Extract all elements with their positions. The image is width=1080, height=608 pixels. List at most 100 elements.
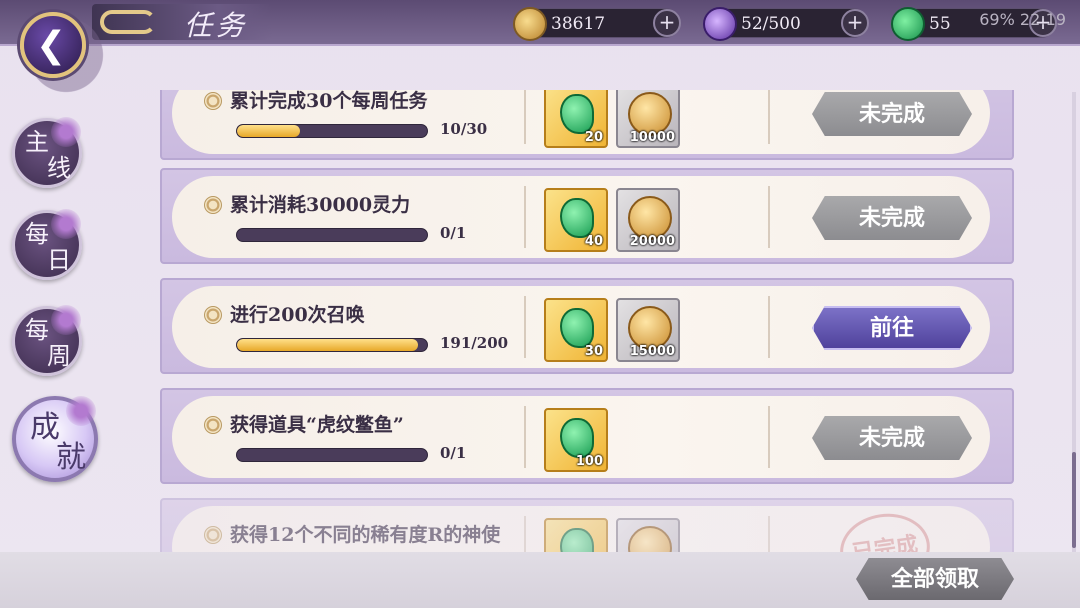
jade-icon: [560, 418, 594, 458]
jade-icon: [560, 198, 594, 238]
progress-text: 191/200: [440, 334, 509, 352]
tab-daily[interactable]: 每 日: [12, 209, 82, 280]
coin-resource: 38617 +: [513, 7, 681, 41]
task-panel: 获得道具“虎纹鳖鱼” 0/1 100 未完成: [172, 396, 990, 478]
flower-icon: [51, 209, 81, 239]
progress-bar: [236, 228, 428, 242]
tab-label-2: 周: [47, 342, 71, 370]
divider: [524, 516, 526, 552]
jade-icon: [560, 528, 594, 552]
tab-label-2: 线: [47, 154, 71, 182]
flower-icon: [51, 117, 81, 147]
reward-count: 30: [584, 344, 603, 359]
task-status-button[interactable]: 未完成: [812, 92, 972, 136]
reward-item[interactable]: 20: [544, 90, 608, 148]
reward-item: [544, 518, 608, 552]
bullet-icon: [204, 526, 222, 544]
spirit-value: 52/500: [741, 14, 801, 34]
reward-count: 20: [584, 130, 603, 145]
jade-icon: [560, 308, 594, 348]
task-row: 获得道具“虎纹鳖鱼” 0/1 100 未完成: [160, 388, 1014, 484]
task-row: 进行200次召唤 191/200 30 15000 前往: [160, 278, 1014, 374]
reward-item[interactable]: 20000: [616, 188, 680, 252]
divider: [524, 296, 526, 358]
tab-label-1: 主: [25, 128, 49, 156]
divider: [768, 516, 770, 552]
top-bar: 任务 38617 + 52/500 + 55 + 69% 22:19: [0, 0, 1080, 46]
divider: [524, 186, 526, 248]
bullet-icon: [204, 92, 222, 110]
divider: [768, 90, 770, 144]
divider: [768, 296, 770, 358]
spirit-icon: [703, 7, 737, 41]
status-bar-text: 69% 22:19: [979, 10, 1066, 29]
add-spirit-button[interactable]: +: [841, 9, 869, 37]
progress-text: 10/30: [440, 120, 488, 138]
reward-item[interactable]: 10000: [616, 90, 680, 148]
task-title: 获得道具“虎纹鳖鱼”: [230, 414, 404, 436]
page-title: 任务: [184, 9, 249, 42]
tab-label-1: 每: [25, 220, 49, 248]
task-row: 累计消耗30000灵力 0/1 40 20000 未完成: [160, 168, 1014, 264]
task-status-button[interactable]: 未完成: [812, 196, 972, 240]
task-status-button[interactable]: 未完成: [812, 416, 972, 460]
task-panel: 累计消耗30000灵力 0/1 40 20000 未完成: [172, 176, 990, 258]
jade-icon: [560, 94, 594, 134]
spirit-resource: 52/500 +: [703, 7, 869, 41]
task-title: 获得12个不同的稀有度R的神使: [230, 524, 501, 546]
task-title: 累计完成30个每周任务: [230, 90, 428, 112]
reward-item: [616, 518, 680, 552]
reward-count: 15000: [629, 344, 675, 359]
go-button[interactable]: 前往: [812, 306, 972, 350]
tab-main[interactable]: 主 线: [12, 117, 82, 188]
reward-item[interactable]: 15000: [616, 298, 680, 362]
claim-all-button[interactable]: 全部领取: [856, 558, 1014, 600]
task-panel: 获得12个不同的稀有度R的神使 已完成: [172, 506, 990, 552]
jade-value: 55: [929, 14, 951, 34]
progress-bar: [236, 448, 428, 462]
task-row: 累计完成30个每周任务 10/30 20 10000 未完成: [160, 90, 1014, 160]
divider: [768, 186, 770, 248]
progress-text: 0/1: [440, 224, 467, 242]
task-list[interactable]: 累计完成30个每周任务 10/30 20 10000 未完成 累计消耗30000…: [160, 90, 1016, 552]
flower-icon: [51, 305, 81, 335]
progress-bar: [236, 124, 428, 138]
back-button[interactable]: ❮: [20, 12, 86, 78]
progress-bar: [236, 338, 428, 352]
tab-weekly[interactable]: 每 周: [12, 305, 82, 376]
reward-item[interactable]: 30: [544, 298, 608, 362]
bullet-icon: [204, 416, 222, 434]
back-arrow-icon: ❮: [36, 25, 67, 66]
reward-count: 100: [575, 454, 603, 469]
progress-fill: [237, 125, 301, 137]
reward-count: 20000: [629, 234, 675, 249]
divider: [524, 90, 526, 144]
add-coin-button[interactable]: +: [653, 9, 681, 37]
bullet-icon: [204, 306, 222, 324]
progress-fill: [237, 339, 419, 351]
tab-label-2: 日: [47, 246, 71, 274]
task-row: 获得12个不同的稀有度R的神使 已完成: [160, 498, 1014, 552]
divider: [768, 406, 770, 468]
bullet-icon: [204, 196, 222, 214]
tab-label-1: 每: [25, 316, 49, 344]
completed-stamp: 已完成: [835, 508, 935, 552]
tab-label-2: 就: [56, 440, 86, 475]
tab-achievement[interactable]: 成 就: [12, 396, 98, 482]
task-title: 进行200次召唤: [230, 304, 365, 326]
task-panel: 进行200次召唤 191/200 30 15000 前往: [172, 286, 990, 368]
reward-item[interactable]: 100: [544, 408, 608, 472]
coin-icon: [513, 7, 547, 41]
task-panel: 累计完成30个每周任务 10/30 20 10000 未完成: [172, 90, 990, 154]
reward-count: 40: [584, 234, 603, 249]
task-title: 累计消耗30000灵力: [230, 194, 411, 216]
reward-count: 10000: [629, 130, 675, 145]
reward-item[interactable]: 40: [544, 188, 608, 252]
coin-value: 38617: [551, 14, 606, 34]
scrollbar-thumb[interactable]: [1072, 452, 1076, 548]
progress-text: 0/1: [440, 444, 467, 462]
coin-icon: [628, 526, 672, 552]
jade-icon: [891, 7, 925, 41]
divider: [524, 406, 526, 468]
flower-icon: [66, 396, 96, 426]
